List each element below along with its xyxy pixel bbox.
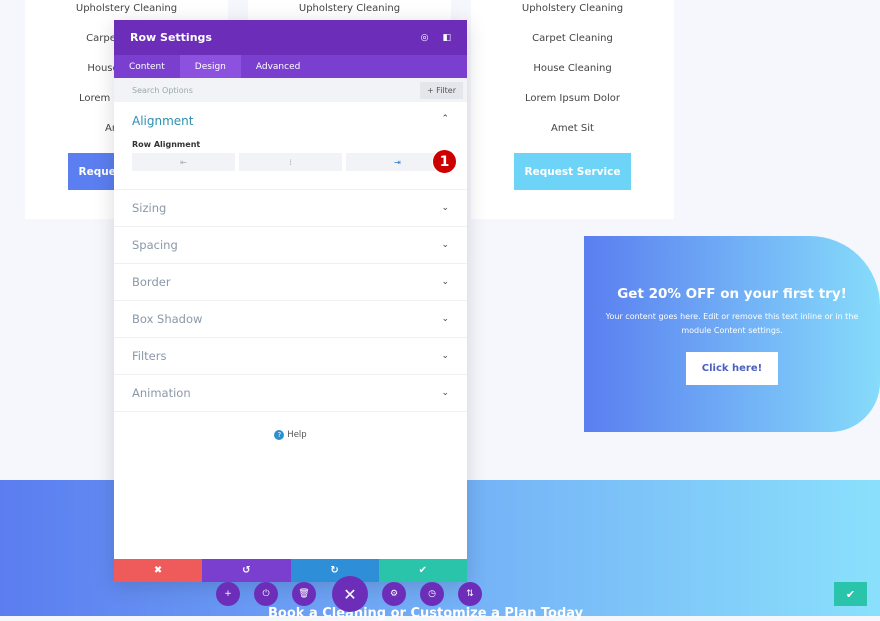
save-button[interactable]: ✔ (378, 559, 467, 582)
click-here-button[interactable]: Click here! (685, 352, 779, 385)
redo-icon: ↻ (330, 565, 339, 576)
add-button[interactable]: + (216, 582, 240, 606)
chevron-down-icon: ⌄ (441, 203, 449, 213)
align-right-icon: ⇥ (394, 157, 401, 167)
chevron-down-icon: ⌄ (441, 388, 449, 398)
close-builder-button[interactable]: ✕ (332, 576, 368, 612)
promo-text: Your content goes here. Edit or remove t… (605, 312, 859, 335)
request-service-button[interactable]: Request Service (514, 153, 631, 190)
tab-advanced[interactable]: Advanced (241, 55, 315, 78)
delete-button[interactable]: 🗑 (292, 582, 316, 606)
list-item: Lorem Ipsum Dolor (524, 93, 621, 104)
modal-header: Row Settings ◎ ◧ (114, 20, 467, 55)
section-title[interactable]: Alignment (132, 114, 193, 128)
section-title: Filters (132, 349, 167, 363)
sidebar-toggle-icon[interactable]: ◧ (442, 33, 451, 43)
close-icon: ✖ (153, 565, 163, 576)
help-label: Help (287, 430, 307, 440)
list-item: Upholstery Cleaning (75, 3, 178, 14)
fullscreen-icon[interactable]: ◎ (421, 33, 429, 43)
align-left-button[interactable]: ⇤ (132, 153, 235, 171)
modal-title: Row Settings (130, 31, 212, 44)
trash-icon: 🗑 (298, 589, 310, 599)
help-link[interactable]: ? Help (114, 430, 467, 440)
check-icon: ✔ (418, 565, 428, 576)
section-title: Spacing (132, 238, 178, 252)
chevron-down-icon: ⌄ (441, 240, 449, 250)
list-item: Upholstery Cleaning (298, 3, 401, 14)
promo-title: Get 20% OFF on your first try! (617, 286, 847, 302)
help-icon: ? (274, 430, 285, 440)
section-title: Sizing (132, 201, 167, 215)
list-item: Amet Sit (551, 123, 594, 134)
gear-icon: ⚙ (389, 589, 399, 599)
cancel-button[interactable]: ✖ (114, 559, 203, 582)
section-animation[interactable]: Animation ⌄ (114, 375, 467, 412)
list-item: Carpet Cleaning (532, 33, 613, 44)
filter-button[interactable]: + Filter (419, 81, 463, 99)
align-left-icon: ⇤ (180, 157, 187, 167)
plus-icon: + (224, 589, 232, 599)
page-save-button[interactable]: ✔ (834, 582, 867, 606)
align-center-icon: ⁞ (289, 157, 292, 167)
chevron-down-icon: ⌄ (441, 277, 449, 287)
undo-icon: ↺ (242, 565, 251, 576)
list-item: House Cleaning (533, 63, 612, 74)
pricing-card-3: Upholstery Cleaning Carpet Cleaning Hous… (471, 0, 674, 219)
tab-content[interactable]: Content (114, 55, 180, 78)
alignment-section: Alignment ⌃ Row Alignment ⇤ ⁞ ⇥ (114, 102, 467, 190)
sort-icon: ⇅ (466, 589, 474, 599)
section-sizing[interactable]: Sizing ⌄ (114, 190, 467, 227)
search-input[interactable]: Search Options (132, 86, 193, 95)
check-icon: ✔ (845, 587, 856, 601)
section-title: Box Shadow (132, 312, 203, 326)
chevron-up-icon[interactable]: ⌃ (441, 114, 449, 128)
section-title: Border (132, 275, 171, 289)
row-alignment-label: Row Alignment (132, 140, 201, 149)
clock-icon: ◷ (428, 589, 436, 599)
row-settings-modal: Row Settings ◎ ◧ Content Design Advanced … (114, 20, 467, 582)
section-filters[interactable]: Filters ⌄ (114, 338, 467, 375)
history-button[interactable]: ◷ (420, 582, 444, 606)
power-icon: ⏻ (262, 589, 270, 599)
undo-button[interactable]: ↺ (202, 559, 291, 582)
section-title: Animation (132, 386, 191, 400)
section-box-shadow[interactable]: Box Shadow ⌄ (114, 301, 467, 338)
section-spacing[interactable]: Spacing ⌄ (114, 227, 467, 264)
close-icon: ✕ (343, 584, 357, 604)
list-item: Upholstery Cleaning (521, 3, 624, 14)
align-center-button[interactable]: ⁞ (239, 153, 342, 171)
cta-tagline: Book a Cleaning or Customize a Plan Toda… (268, 606, 584, 621)
tab-design[interactable]: Design (179, 55, 241, 78)
settings-button[interactable]: ⚙ (382, 582, 406, 606)
promo-box: Get 20% OFF on your first try! Your cont… (584, 236, 880, 432)
redo-button[interactable]: ↻ (290, 559, 379, 582)
step-badge: 1 (432, 149, 457, 174)
chevron-down-icon: ⌄ (441, 351, 449, 361)
chevron-down-icon: ⌄ (441, 314, 449, 324)
section-border[interactable]: Border ⌄ (114, 264, 467, 301)
disable-button[interactable]: ⏻ (254, 582, 278, 606)
portability-button[interactable]: ⇅ (458, 582, 482, 606)
